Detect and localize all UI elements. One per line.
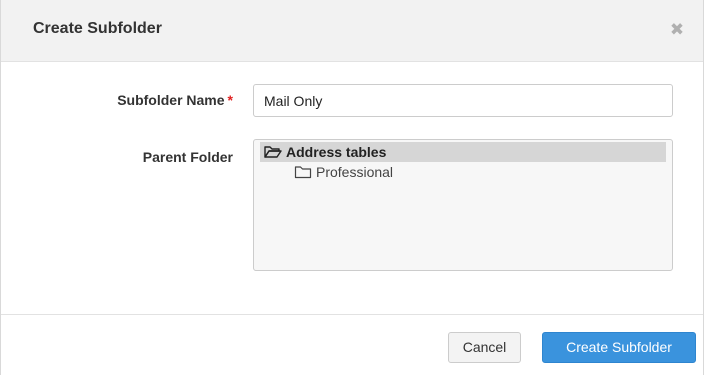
required-marker: * (227, 92, 233, 108)
create-subfolder-button[interactable]: Create Subfolder (542, 332, 696, 363)
folder-icon (294, 166, 312, 179)
folder-open-icon (264, 146, 282, 158)
create-subfolder-dialog: Create Subfolder ✖ Subfolder Name* Paren… (0, 0, 704, 375)
tree-item-address-tables[interactable]: Address tables (260, 142, 666, 162)
tree-item-professional[interactable]: Professional (260, 162, 666, 182)
tree-item-label: Address tables (286, 144, 387, 160)
parent-folder-tree[interactable]: Address tables Professional (253, 139, 673, 271)
dialog-footer: Cancel Create Subfolder (1, 314, 703, 375)
dialog-title: Create Subfolder (33, 20, 162, 37)
tree-item-label: Professional (316, 164, 394, 180)
cancel-button[interactable]: Cancel (448, 332, 521, 363)
subfolder-name-input[interactable] (253, 84, 673, 117)
subfolder-name-label-text: Subfolder Name (117, 92, 225, 108)
subfolder-name-label: Subfolder Name * (117, 92, 233, 108)
dialog-header: Create Subfolder ✖ (1, 0, 703, 62)
parent-folder-label: Parent Folder (142, 149, 233, 165)
close-icon[interactable]: ✖ (669, 21, 685, 38)
